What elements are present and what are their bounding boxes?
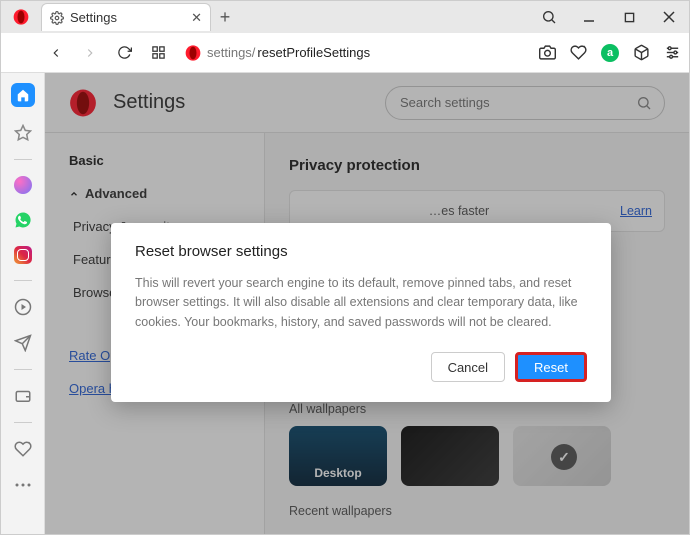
bookmark-heart-button[interactable] <box>570 44 587 61</box>
sidebar-heart-button[interactable] <box>13 439 33 459</box>
tab-close-button[interactable]: ✕ <box>191 10 202 26</box>
reset-button[interactable]: Reset <box>515 352 587 382</box>
gear-icon <box>50 11 64 25</box>
sidebar-divider <box>14 369 32 370</box>
address-path: resetProfileSettings <box>257 45 370 60</box>
reload-button[interactable] <box>117 45 141 60</box>
cancel-button[interactable]: Cancel <box>431 352 505 382</box>
tab-title: Settings <box>70 10 185 25</box>
sidebar-messenger-button[interactable] <box>14 176 32 194</box>
maximize-button[interactable] <box>609 1 649 33</box>
chevron-left-icon <box>49 46 63 60</box>
easy-setup-button[interactable] <box>664 44 681 61</box>
grid-icon <box>151 45 166 60</box>
nav-forward-button[interactable] <box>83 46 107 60</box>
close-window-button[interactable] <box>649 1 689 33</box>
extension-cube-button[interactable] <box>633 44 650 61</box>
minimize-button[interactable] <box>569 1 609 33</box>
camera-icon <box>539 44 556 61</box>
toolbar: settings/resetProfileSettings a <box>1 33 689 73</box>
wallet-icon <box>14 387 32 405</box>
search-icon <box>541 9 557 25</box>
opera-icon <box>13 9 29 25</box>
minimize-icon <box>583 11 595 23</box>
opera-menu-button[interactable] <box>1 1 41 33</box>
sidebar-divider <box>14 280 32 281</box>
send-icon <box>14 334 32 352</box>
sidebar-instagram-button[interactable] <box>14 246 32 264</box>
snapshot-button[interactable] <box>539 44 556 61</box>
sidebar-whatsapp-button[interactable] <box>13 210 33 230</box>
whatsapp-icon <box>14 211 32 229</box>
play-circle-icon <box>14 298 32 316</box>
heart-icon <box>570 44 587 61</box>
reload-icon <box>117 45 132 60</box>
sidebar-home-button[interactable] <box>11 83 35 107</box>
dialog-body: This will revert your search engine to i… <box>135 274 587 332</box>
chevron-right-icon <box>83 46 97 60</box>
cube-icon <box>633 44 650 61</box>
site-identity-icon <box>185 45 205 61</box>
reset-settings-dialog: Reset browser settings This will revert … <box>111 223 611 402</box>
star-icon <box>14 124 32 142</box>
maximize-icon <box>624 12 635 23</box>
opera-icon <box>185 45 201 61</box>
dialog-title: Reset browser settings <box>135 243 587 260</box>
left-sidebar <box>1 73 45 534</box>
extension-badge[interactable]: a <box>601 44 619 62</box>
sliders-icon <box>664 44 681 61</box>
sidebar-wallet-button[interactable] <box>13 386 33 406</box>
sidebar-divider <box>14 159 32 160</box>
sidebar-bookmarks-button[interactable] <box>13 123 33 143</box>
titlebar: Settings ✕ + <box>1 1 689 33</box>
global-search-button[interactable] <box>529 1 569 33</box>
nav-back-button[interactable] <box>49 46 73 60</box>
address-bar[interactable]: settings/resetProfileSettings <box>185 45 529 61</box>
house-icon <box>16 88 30 102</box>
close-icon <box>663 11 675 23</box>
sidebar-divider <box>14 422 32 423</box>
heart-icon <box>14 440 32 458</box>
dots-icon <box>14 482 32 488</box>
tab-settings[interactable]: Settings ✕ <box>41 3 211 31</box>
speed-dial-button[interactable] <box>151 45 175 60</box>
sidebar-more-button[interactable] <box>13 475 33 495</box>
sidebar-player-button[interactable] <box>13 297 33 317</box>
sidebar-send-button[interactable] <box>13 333 33 353</box>
new-tab-button[interactable]: + <box>211 7 239 28</box>
address-prefix: settings/ <box>207 45 255 60</box>
